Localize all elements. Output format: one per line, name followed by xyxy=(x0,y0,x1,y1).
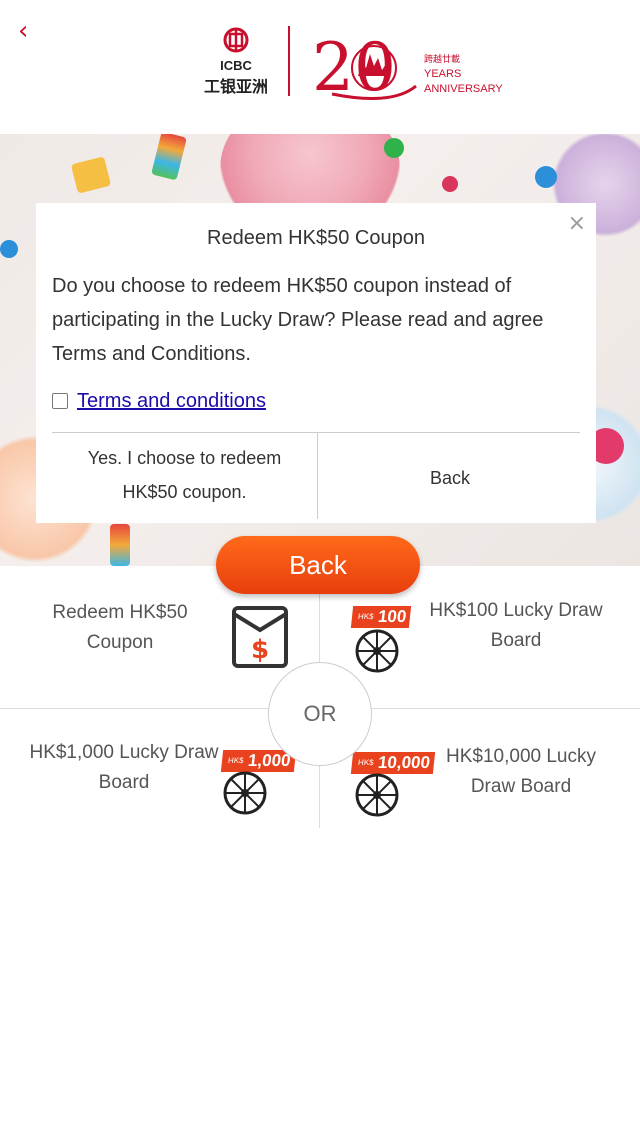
anniversary-line1: YEARS xyxy=(424,68,461,80)
wheel-icon[interactable] xyxy=(354,772,400,818)
option-1000-label-line2: Board xyxy=(98,772,150,793)
option-10000-tag-value: 10,000 xyxy=(377,753,432,772)
options-grid: Redeem HK$50 Coupon $ HK$ 100 HK$100 Luc… xyxy=(0,566,640,828)
option-1000-label-line1: HK$1,000 Lucky Draw xyxy=(29,742,219,763)
option-10000-label-line2: Draw Board xyxy=(470,776,572,797)
brand-chinese: 工银亚洲 xyxy=(204,77,268,96)
terms-checkbox[interactable] xyxy=(52,393,68,409)
option-coupon-label-line2: Coupon xyxy=(86,632,154,653)
anniversary-chinese: 跨越廿載 xyxy=(424,53,460,65)
anniversary-line2: ANNIVERSARY xyxy=(424,83,503,95)
confirm-redeem-button[interactable]: Yes. I choose to redeem HK$50 coupon. xyxy=(52,441,317,515)
option-coupon-label[interactable]: Redeem HK$50 Coupon xyxy=(40,598,200,658)
wheel-icon[interactable] xyxy=(354,628,400,674)
terms-link[interactable]: Terms and conditions xyxy=(77,390,266,413)
terms-row: Terms and conditions xyxy=(52,387,266,415)
dialog-message: Do you choose to redeem HK$50 coupon ins… xyxy=(52,275,544,365)
option-100-tag-value: 100 xyxy=(377,607,408,626)
option-10000-tag: HK$ 10,000 xyxy=(350,752,436,774)
confirm-redeem-line1: Yes. I choose to redeem xyxy=(87,448,282,468)
anniversary-number: 20 xyxy=(312,29,396,104)
dialog-back-button[interactable]: Back xyxy=(318,441,582,515)
option-10000-label[interactable]: HK$10,000 Lucky Draw Board xyxy=(436,742,606,802)
chevron-left-icon[interactable]: ‹ xyxy=(18,16,42,46)
or-divider: OR xyxy=(268,662,372,766)
svg-text:$: $ xyxy=(251,635,269,665)
option-coupon-label-line1: Redeem HK$50 xyxy=(52,602,188,623)
confirm-redeem-line2: HK$50 coupon. xyxy=(122,482,247,502)
option-100-tag: HK$ 100 xyxy=(350,606,412,628)
logo-divider xyxy=(288,26,290,96)
icbc-logo: ICBC 工银亚洲 xyxy=(204,27,268,96)
option-100-label[interactable]: HK$100 Lucky Draw Board xyxy=(426,596,606,656)
anniversary-logo: 20 跨越廿載 YEARS ANNIVERSARY xyxy=(312,29,503,104)
option-1000-label[interactable]: HK$1,000 Lucky Draw Board xyxy=(26,738,222,798)
option-1000-tag: HK$ 1,000 xyxy=(220,750,296,772)
or-label: OR xyxy=(303,701,337,726)
option-1000-tag-value: 1,000 xyxy=(247,751,292,770)
redeem-coupon-dialog: × Redeem HK$50 Coupon Do you choose to r… xyxy=(36,203,596,523)
option-1000-tag-prefix: HK$ xyxy=(227,756,245,765)
app-header: ‹ ICBC 工银亚洲 20 跨越廿載 YEARS ANNIVERSARY xyxy=(0,0,640,134)
option-100-tag-prefix: HK$ xyxy=(357,612,375,621)
brand-short: ICBC xyxy=(220,58,252,73)
option-100-label-line1: HK$100 Lucky Draw xyxy=(429,600,603,621)
dialog-separator xyxy=(52,432,580,433)
option-100-label-line2: Board xyxy=(490,630,542,651)
option-10000-label-line1: HK$10,000 Lucky xyxy=(446,746,596,767)
coupon-envelope-icon[interactable]: $ xyxy=(230,604,290,670)
wheel-icon[interactable] xyxy=(222,770,268,816)
back-button[interactable]: Back xyxy=(216,536,420,594)
dialog-title: Redeem HK$50 Coupon xyxy=(207,227,425,249)
option-10000-tag-prefix: HK$ xyxy=(357,758,375,767)
